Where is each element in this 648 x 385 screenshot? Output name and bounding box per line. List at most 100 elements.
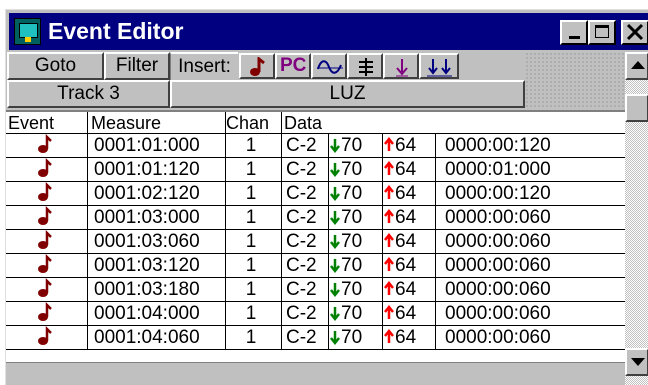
column-header-measure[interactable]: Measure xyxy=(91,112,161,133)
velocity-on-cell[interactable]: 70 xyxy=(329,158,381,182)
chan-cell[interactable]: 1 xyxy=(226,326,276,350)
track-button[interactable]: Track 3 xyxy=(7,80,170,108)
duration-cell[interactable]: 0000:00:120 xyxy=(435,134,585,158)
table-row[interactable]: 0001:01:000 1 C-2 70 64 0000:00:120 xyxy=(6,133,625,158)
scroll-up-button[interactable] xyxy=(625,52,648,80)
duration-cell[interactable]: 0000:00:060 xyxy=(435,302,585,326)
chan-cell[interactable]: 1 xyxy=(226,158,276,182)
chan-cell[interactable]: 1 xyxy=(226,182,276,206)
insert-double-down-arrow-button[interactable] xyxy=(419,53,459,79)
insert-tempo-button[interactable] xyxy=(347,53,383,79)
velocity-on-cell[interactable]: 70 xyxy=(329,326,381,350)
title-bar[interactable]: Event Editor xyxy=(9,13,648,50)
note-cell[interactable]: C-2 xyxy=(282,158,328,182)
measure-cell[interactable]: 0001:04:000 xyxy=(88,302,228,326)
note-cell[interactable]: C-2 xyxy=(282,278,328,302)
velocity-off-cell[interactable]: 64 xyxy=(383,206,435,230)
velocity-off-arrow-icon xyxy=(384,256,394,271)
table-row[interactable]: 0001:03:120 1 C-2 70 64 0000:00:060 xyxy=(6,253,625,278)
chan-cell[interactable]: 1 xyxy=(226,206,276,230)
duration-cell[interactable]: 0000:00:060 xyxy=(435,278,585,302)
velocity-off-value: 64 xyxy=(395,183,417,204)
table-row[interactable]: 0001:04:000 1 C-2 70 64 0000:00:060 xyxy=(6,301,625,326)
velocity-on-cell[interactable]: 70 xyxy=(329,134,381,158)
velocity-off-cell[interactable]: 64 xyxy=(383,134,435,158)
insert-down-arrow-button[interactable] xyxy=(383,53,419,79)
duration-cell[interactable]: 0000:00:060 xyxy=(435,206,585,230)
velocity-on-arrow-icon xyxy=(330,259,340,274)
chan-cell[interactable]: 1 xyxy=(226,230,276,254)
velocity-on-cell[interactable]: 70 xyxy=(329,254,381,278)
duration-cell[interactable]: 0000:00:060 xyxy=(435,254,585,278)
velocity-on-arrow-icon xyxy=(330,139,340,154)
chan-cell[interactable]: 1 xyxy=(226,134,276,158)
column-header-event[interactable]: Event xyxy=(8,112,54,133)
velocity-on-cell[interactable]: 70 xyxy=(329,182,381,206)
maximize-button[interactable] xyxy=(588,20,616,45)
velocity-off-cell[interactable]: 64 xyxy=(383,302,435,326)
velocity-on-arrow-icon xyxy=(330,211,340,226)
goto-button[interactable]: Goto xyxy=(7,52,104,80)
note-cell[interactable]: C-2 xyxy=(282,326,328,350)
velocity-on-arrow-icon xyxy=(330,187,340,202)
close-button[interactable] xyxy=(621,20,648,45)
velocity-off-cell[interactable]: 64 xyxy=(383,182,435,206)
velocity-off-cell[interactable]: 64 xyxy=(383,326,435,350)
column-header-chan[interactable]: Chan xyxy=(226,112,269,133)
event-grid[interactable]: Event Measure Chan Data 0001:01:000 1 C-2 7… xyxy=(6,110,625,362)
velocity-off-cell[interactable]: 64 xyxy=(383,158,435,182)
vertical-scrollbar[interactable] xyxy=(625,52,648,385)
velocity-on-arrow-icon xyxy=(330,163,340,178)
table-row[interactable]: 0001:03:060 1 C-2 70 64 0000:00:060 xyxy=(6,229,625,254)
table-row[interactable]: 0001:04:060 1 C-2 70 64 0000:00:060 xyxy=(6,325,625,350)
velocity-on-cell[interactable]: 70 xyxy=(329,278,381,302)
scroll-thumb[interactable] xyxy=(625,94,648,122)
duration-cell[interactable]: 0000:01:000 xyxy=(435,158,585,182)
velocity-off-cell[interactable]: 64 xyxy=(383,278,435,302)
note-cell[interactable]: C-2 xyxy=(282,302,328,326)
measure-cell[interactable]: 0001:01:000 xyxy=(88,134,228,158)
minimize-button[interactable] xyxy=(560,20,588,45)
note-cell[interactable]: C-2 xyxy=(282,254,328,278)
note-icon xyxy=(33,205,59,230)
note-cell[interactable]: C-2 xyxy=(282,182,328,206)
measure-cell[interactable]: 0001:03:060 xyxy=(88,230,228,254)
table-row[interactable]: 0001:02:120 1 C-2 70 64 0000:00:120 xyxy=(6,181,625,206)
note-cell[interactable]: C-2 xyxy=(282,134,328,158)
chan-cell[interactable]: 1 xyxy=(226,254,276,278)
column-header-data[interactable]: Data xyxy=(284,112,322,133)
velocity-off-cell[interactable]: 64 xyxy=(383,230,435,254)
app-icon[interactable] xyxy=(14,18,41,45)
velocity-off-cell[interactable]: 64 xyxy=(383,254,435,278)
duration-cell[interactable]: 0000:00:060 xyxy=(435,326,585,350)
measure-cell[interactable]: 0001:03:180 xyxy=(88,278,228,302)
chan-cell[interactable]: 1 xyxy=(226,302,276,326)
measure-cell[interactable]: 0001:04:060 xyxy=(88,326,228,350)
measure-cell[interactable]: 0001:03:120 xyxy=(88,254,228,278)
duration-cell[interactable]: 0000:00:120 xyxy=(435,182,585,206)
measure-cell[interactable]: 0001:02:120 xyxy=(88,182,228,206)
table-row[interactable]: 0001:03:000 1 C-2 70 64 0000:00:060 xyxy=(6,205,625,230)
velocity-off-arrow-icon xyxy=(384,160,394,175)
duration-cell[interactable]: 0000:00:060 xyxy=(435,230,585,254)
table-row[interactable]: 0001:03:180 1 C-2 70 64 0000:00:060 xyxy=(6,277,625,302)
note-cell[interactable]: C-2 xyxy=(282,206,328,230)
measure-cell[interactable]: 0001:03:000 xyxy=(88,206,228,230)
insert-program-change-button[interactable]: PC xyxy=(275,53,311,79)
insert-note-button[interactable] xyxy=(239,53,275,79)
filter-button[interactable]: Filter xyxy=(104,52,170,80)
velocity-off-value: 64 xyxy=(395,135,417,156)
scroll-down-button[interactable] xyxy=(625,348,648,376)
note-icon xyxy=(33,229,59,254)
note-cell[interactable]: C-2 xyxy=(282,230,328,254)
insert-controller-button[interactable] xyxy=(311,53,347,79)
arrow-down-icon xyxy=(631,358,645,366)
measure-cell[interactable]: 0001:01:120 xyxy=(88,158,228,182)
velocity-on-cell[interactable]: 70 xyxy=(329,302,381,326)
chan-cell[interactable]: 1 xyxy=(226,278,276,302)
velocity-on-cell[interactable]: 70 xyxy=(329,206,381,230)
table-row[interactable]: 0001:01:120 1 C-2 70 64 0000:01:000 xyxy=(6,157,625,182)
velocity-on-cell[interactable]: 70 xyxy=(329,230,381,254)
track-name-field[interactable]: LUZ xyxy=(170,80,525,108)
velocity-on-value: 70 xyxy=(341,255,363,276)
